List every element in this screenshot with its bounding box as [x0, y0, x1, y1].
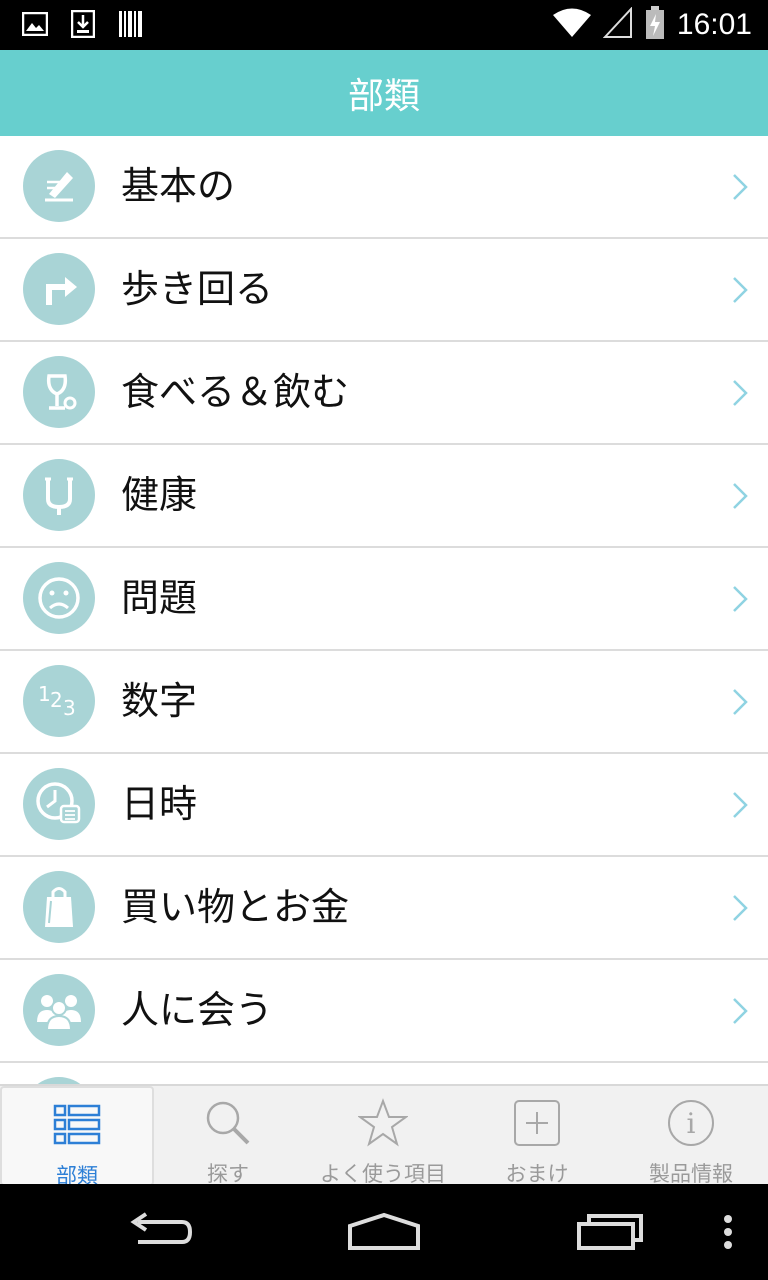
chevron-right-icon — [733, 277, 748, 303]
chevron-right-icon — [733, 483, 748, 509]
battery-icon — [645, 6, 665, 44]
back-arrow-icon — [130, 1212, 193, 1244]
category-label: 健康 — [121, 473, 198, 517]
clock-icon — [23, 768, 95, 840]
category-item-meeting-people[interactable]: 人に会う — [0, 960, 768, 1063]
page-title: 部類 — [347, 76, 420, 117]
overflow-menu-button[interactable] — [718, 1204, 738, 1260]
star-icon — [358, 1098, 408, 1147]
svg-text:i: i — [687, 1107, 696, 1140]
stethoscope-icon — [23, 459, 95, 531]
download-notification-icon — [70, 10, 96, 38]
home-button[interactable] — [340, 1204, 428, 1260]
status-time: 16:01 — [676, 8, 752, 41]
recent-apps-button[interactable] — [572, 1204, 648, 1260]
category-label: 問題 — [121, 576, 198, 620]
category-label: 基本の — [121, 164, 236, 208]
chevron-right-icon — [733, 998, 748, 1024]
back-button[interactable] — [120, 1204, 200, 1260]
sad-face-icon — [23, 562, 95, 634]
people-icon — [23, 974, 95, 1046]
category-icon — [23, 1077, 95, 1084]
bottom-tab-bar: 部類 探す よく使う項目 おまけ i 製品情報 — [0, 1084, 768, 1188]
svg-text:1: 1 — [38, 682, 51, 706]
image-notification-icon — [22, 10, 48, 38]
tab-search[interactable]: 探す — [153, 1086, 303, 1186]
more-vertical-icon — [724, 1215, 732, 1249]
category-label: 歩き回る — [121, 267, 274, 311]
category-item-shopping-money[interactable]: 買い物とお金 — [0, 857, 768, 960]
chevron-right-icon — [733, 689, 748, 715]
tab-favorites[interactable]: よく使う項目 — [306, 1086, 460, 1186]
list-icon — [53, 1104, 101, 1145]
category-label: 数字 — [121, 679, 198, 723]
home-icon — [348, 1212, 420, 1250]
cell-signal-icon — [602, 6, 633, 43]
category-item-numbers[interactable]: 123 数字 — [0, 651, 768, 754]
category-item-food-drink[interactable]: 食べる＆飲む — [0, 342, 768, 445]
pencil-icon — [23, 150, 95, 222]
chevron-right-icon — [733, 792, 748, 818]
svg-text:2: 2 — [50, 688, 63, 712]
wine-glass-icon — [23, 356, 95, 428]
title-bar: 部類 — [0, 50, 768, 136]
category-item-basics[interactable]: 基本の — [0, 136, 768, 239]
info-icon: i — [668, 1100, 714, 1146]
category-item-partial[interactable] — [0, 1063, 768, 1084]
tab-product-info[interactable]: i 製品情報 — [614, 1086, 768, 1186]
chevron-right-icon — [733, 586, 748, 612]
category-label: 日時 — [121, 782, 198, 826]
category-item-problems[interactable]: 問題 — [0, 548, 768, 651]
category-list: 基本の 歩き回る 食べる＆飲む 健康 問題 123 数字 日時 買い物とお金 人… — [0, 136, 768, 1084]
tab-categories[interactable]: 部類 — [0, 1086, 154, 1188]
category-label: 食べる＆飲む — [121, 370, 350, 414]
chevron-right-icon — [733, 174, 748, 200]
barcode-notification-icon — [118, 10, 144, 38]
category-item-health[interactable]: 健康 — [0, 445, 768, 548]
category-item-date-time[interactable]: 日時 — [0, 754, 768, 857]
category-item-getting-around[interactable]: 歩き回る — [0, 239, 768, 342]
search-icon — [206, 1101, 250, 1145]
chevron-right-icon — [733, 895, 748, 921]
chevron-right-icon — [733, 380, 748, 406]
recent-apps-icon — [577, 1214, 643, 1250]
category-label: 買い物とお金 — [121, 885, 350, 929]
tab-extras[interactable]: おまけ — [462, 1086, 612, 1186]
numbers-icon: 123 — [23, 665, 95, 737]
shopping-bag-icon — [23, 871, 95, 943]
wifi-icon — [552, 8, 591, 42]
svg-text:3: 3 — [63, 696, 76, 720]
turn-arrow-icon — [23, 253, 95, 325]
plus-icon — [514, 1100, 560, 1146]
category-label: 人に会う — [121, 988, 274, 1032]
status-bar: 16:01 — [0, 0, 768, 50]
system-nav-bar — [0, 1184, 768, 1280]
